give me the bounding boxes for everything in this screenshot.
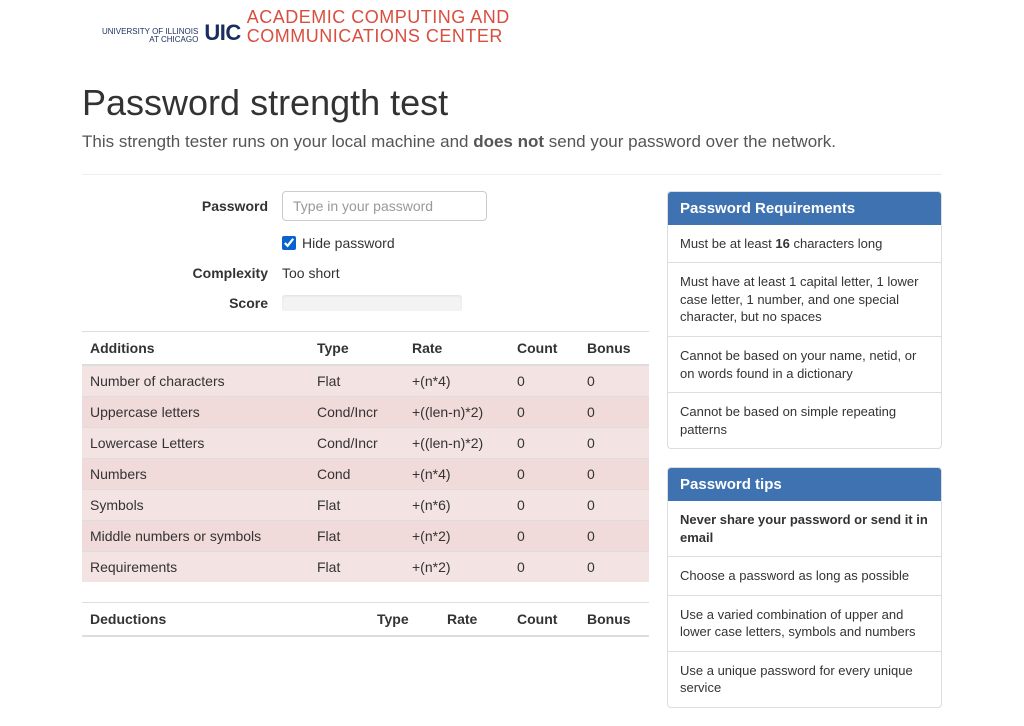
page-title: Password strength test [82,82,942,124]
hide-password-label: Hide password [302,235,395,251]
cell-rate: +(n*6) [404,489,509,520]
list-item: Cannot be based on simple repeating patt… [668,392,941,448]
cell-count: 0 [509,396,579,427]
subtitle-post: send your password over the network. [544,132,836,151]
subtitle-bold: does not [473,132,544,151]
cell-name: Middle numbers or symbols [82,520,309,551]
deductions-header-rate: Rate [439,602,509,636]
cell-name: Symbols [82,489,309,520]
deductions-header-type: Type [369,602,439,636]
deductions-header-name: Deductions [82,602,369,636]
list-item: Must be at least 16 characters long [668,225,941,263]
table-row: SymbolsFlat+(n*6)00 [82,489,649,520]
table-row: Uppercase lettersCond/Incr+((len-n)*2)00 [82,396,649,427]
cell-type: Cond/Incr [309,396,404,427]
cell-type: Cond/Incr [309,427,404,458]
additions-header-type: Type [309,331,404,365]
cell-type: Cond [309,458,404,489]
table-row: NumbersCond+(n*4)00 [82,458,649,489]
cell-type: Flat [309,520,404,551]
requirements-panel: Password Requirements Must be at least 1… [667,191,942,449]
subtitle-pre: This strength tester runs on your local … [82,132,473,151]
complexity-label: Complexity [82,265,282,281]
hide-password-checkbox[interactable] [282,236,296,250]
cell-count: 0 [509,458,579,489]
cell-bonus: 0 [579,365,649,397]
tips-panel-header: Password tips [668,468,941,501]
list-item: Cannot be based on your name, netid, or … [668,336,941,392]
cell-count: 0 [509,427,579,458]
cell-count: 0 [509,489,579,520]
score-label: Score [82,295,282,311]
cell-type: Flat [309,551,404,582]
cell-count: 0 [509,365,579,397]
cell-name: Number of characters [82,365,309,397]
hide-password-toggle[interactable]: Hide password [282,235,649,251]
table-row: Lowercase LettersCond/Incr+((len-n)*2)00 [82,427,649,458]
list-item: Choose a password as long as possible [668,556,941,595]
complexity-value: Too short [282,265,340,281]
additions-header-name: Additions [82,331,309,365]
logo-accc-line1: ACADEMIC COMPUTING AND [247,8,510,27]
cell-bonus: 0 [579,489,649,520]
table-row: Middle numbers or symbolsFlat+(n*2)00 [82,520,649,551]
list-item: Never share your password or send it in … [668,501,941,556]
cell-rate: +((len-n)*2) [404,396,509,427]
cell-rate: +(n*2) [404,551,509,582]
cell-bonus: 0 [579,427,649,458]
additions-header-count: Count [509,331,579,365]
score-progress [282,295,462,311]
cell-name: Lowercase Letters [82,427,309,458]
cell-rate: +(n*2) [404,520,509,551]
cell-rate: +(n*4) [404,458,509,489]
cell-type: Flat [309,365,404,397]
logo-uic-text: UIC [204,20,240,46]
page-subtitle: This strength tester runs on your local … [82,132,942,152]
cell-bonus: 0 [579,520,649,551]
cell-name: Uppercase letters [82,396,309,427]
site-logo: UNIVERSITY OF ILLINOIS AT CHICAGO UIC AC… [82,0,942,52]
cell-count: 0 [509,551,579,582]
divider [82,174,942,175]
list-item: Must have at least 1 capital letter, 1 l… [668,262,941,336]
cell-bonus: 0 [579,396,649,427]
deductions-header-bonus: Bonus [579,602,649,636]
cell-type: Flat [309,489,404,520]
cell-name: Requirements [82,551,309,582]
additions-header-bonus: Bonus [579,331,649,365]
cell-count: 0 [509,520,579,551]
cell-rate: +(n*4) [404,365,509,397]
additions-header-rate: Rate [404,331,509,365]
additions-table: Additions Type Rate Count Bonus Number o… [82,331,649,582]
deductions-table: Deductions Type Rate Count Bonus [82,602,649,637]
cell-name: Numbers [82,458,309,489]
deductions-header-count: Count [509,602,579,636]
table-row: RequirementsFlat+(n*2)00 [82,551,649,582]
password-input[interactable] [282,191,487,221]
cell-rate: +((len-n)*2) [404,427,509,458]
logo-accc-line2: COMMUNICATIONS CENTER [247,27,510,46]
cell-bonus: 0 [579,458,649,489]
password-label: Password [82,198,282,214]
table-row: Number of charactersFlat+(n*4)00 [82,365,649,397]
logo-subtext-2: AT CHICAGO [102,36,198,44]
list-item: Use a unique password for every unique s… [668,651,941,707]
tips-panel: Password tips Never share your password … [667,467,942,708]
list-item: Use a varied combination of upper and lo… [668,595,941,651]
requirements-panel-header: Password Requirements [668,192,941,225]
cell-bonus: 0 [579,551,649,582]
